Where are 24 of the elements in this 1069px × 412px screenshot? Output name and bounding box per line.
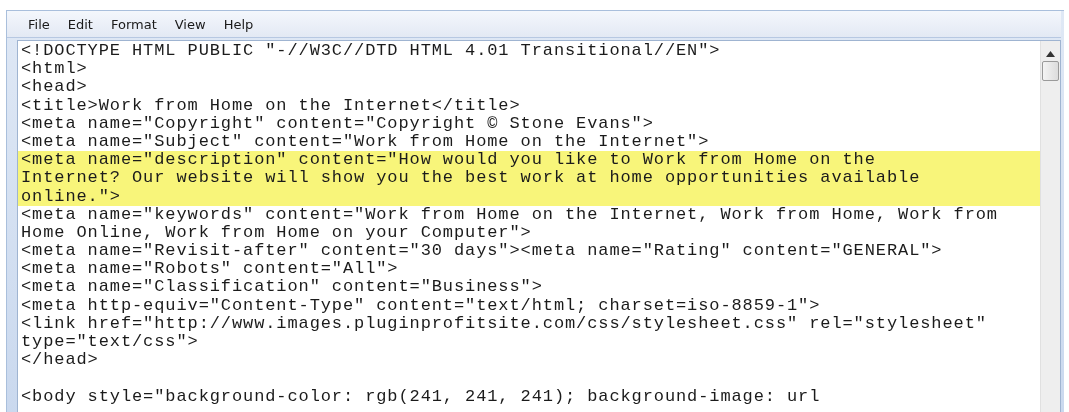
menu-item[interactable]: View (165, 16, 215, 32)
code-line: type="text/css"> (20, 333, 200, 352)
code-line: <meta name="Subject" content="Work from Home on the Internet"> (20, 132, 711, 152)
menu-item[interactable]: Edit (58, 16, 102, 32)
code-line: <!DOCTYPE HTML PUBLIC "-//W3C//DTD HTML 4.01 Transitional//EN"> (20, 42, 722, 61)
code-line: <meta name="Revisit-after" content="30 days"><meta name="Rating" content="GENERAL"> (20, 242, 944, 261)
menu-item[interactable]: Help (214, 16, 263, 32)
menu-item[interactable]: File (19, 16, 59, 32)
code-line: <meta name="Robots" content="All"> (20, 260, 400, 279)
code-line: Home Online, Work from Home on your Computer"> (20, 223, 533, 243)
code-line: <meta name="Classification" content="Business"> (20, 278, 544, 297)
code-line: <body style="background-color: rgb(241, 241, 241); background-image: url (20, 387, 822, 406)
code-line: <head> (20, 78, 89, 97)
scrollbar[interactable] (1040, 41, 1060, 412)
code-line: <html> (20, 60, 89, 79)
code-line: </head> (20, 351, 100, 370)
scrollbar-thumb[interactable] (1042, 61, 1059, 81)
code-line: <meta name="keywords" content="Work from Home on the Internet, Work from Home, Work from (20, 205, 999, 224)
menu-item[interactable]: Format (101, 16, 166, 32)
up-arrow-icon[interactable] (1046, 51, 1055, 57)
code-line: <meta name="Copyright" content="Copyright © Stone Evans"> (20, 114, 655, 133)
code-line: <meta http-equiv="Content-Type" content="text/html; charset=iso-8859-1"> (20, 296, 822, 315)
code-line: <link href="http://www.images.pluginprofitsite.com/css/stylesheet.css" rel="stylesheet" (20, 314, 988, 333)
code-line: <title>Work from Home on the Internet</title> (20, 96, 522, 115)
